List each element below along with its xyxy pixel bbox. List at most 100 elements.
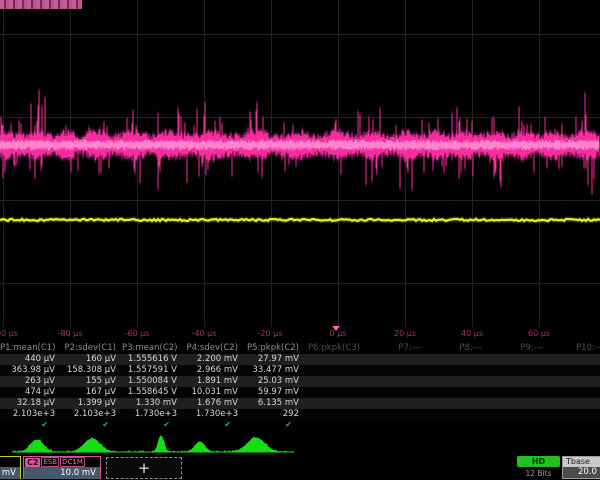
param-value-P5: 292: [244, 409, 305, 420]
c2-tag-esb: ESB: [41, 457, 59, 467]
param-value-P10: [549, 354, 600, 365]
param-value-P3: 1.730e+3: [122, 409, 183, 420]
param-value-P9: [488, 387, 549, 398]
param-header-P10[interactable]: P10:---: [549, 342, 600, 354]
measurement-histicons: [12, 436, 294, 452]
param-value-P9: [488, 409, 549, 420]
param-value-P10: [549, 376, 600, 387]
waveform-plot-area: [0, 0, 600, 327]
param-value-P6: [305, 354, 366, 365]
param-value-P8: [427, 409, 488, 420]
param-value-P8: [427, 365, 488, 376]
top-left-trace-badge[interactable]: [0, 0, 82, 9]
param-value-P2: 155 µV: [61, 376, 122, 387]
param-header-P2[interactable]: P2:sdev(C1): [61, 342, 122, 354]
param-value-P5: 33.477 mV: [244, 365, 305, 376]
c2-tag-dc1m: DC1M: [60, 457, 85, 467]
param-value-P1: 263 µV: [0, 376, 61, 387]
param-status-P6: [305, 420, 366, 430]
time-axis-label: -60 µs: [125, 329, 150, 338]
hd-bits-label: 12 Bits: [514, 469, 563, 478]
param-value-P4: 10.031 mV: [183, 387, 244, 398]
param-header-P7[interactable]: P7:---: [366, 342, 427, 354]
c2-volts-per-div: 10.0 mV: [24, 467, 100, 479]
param-status-P5: ✔: [244, 420, 305, 430]
time-axis: -100 µs-80 µs-60 µs-40 µs-20 µs0 µs20 µs…: [0, 327, 600, 342]
param-value-P5: 59.97 mV: [244, 387, 305, 398]
add-channel-button[interactable]: +: [106, 457, 182, 479]
c1-volts-per-div: 10.0 mV: [0, 467, 20, 479]
param-value-P1: 440 µV: [0, 354, 61, 365]
channel-c2-descriptor[interactable]: C2 ESBDC1M 10.0 mV: [23, 456, 101, 479]
oscilloscope-screen: -100 µs-80 µs-60 µs-40 µs-20 µs0 µs20 µs…: [0, 0, 600, 480]
param-value-P5: 25.03 mV: [244, 376, 305, 387]
timebase-label: Tbase: [563, 457, 600, 467]
time-axis-label: 60 µs: [528, 329, 550, 338]
param-value-P3: 1.557591 V: [122, 365, 183, 376]
trigger-position-marker[interactable]: [332, 326, 340, 331]
timebase-descriptor[interactable]: Tbase 20.0 µs/div: [562, 456, 600, 479]
param-value-P10: [549, 398, 600, 409]
time-axis-label: -100 µs: [0, 329, 18, 338]
param-value-P2: 158.308 µV: [61, 365, 122, 376]
param-header-P8[interactable]: P8:---: [427, 342, 488, 354]
param-status-P2: ✔: [61, 420, 122, 430]
param-value-P4: 2.200 mV: [183, 354, 244, 365]
param-value-P5: 6.135 mV: [244, 398, 305, 409]
param-value-P2: 1.399 µV: [61, 398, 122, 409]
param-value-P3: 1.555616 V: [122, 354, 183, 365]
param-value-P9: [488, 354, 549, 365]
param-value-P7: [366, 354, 427, 365]
time-axis-label: 20 µs: [394, 329, 416, 338]
param-value-P5: 27.97 mV: [244, 354, 305, 365]
param-value-P8: [427, 387, 488, 398]
param-value-P7: [366, 398, 427, 409]
time-axis-label: -40 µs: [192, 329, 217, 338]
param-value-P3: 1.558645 V: [122, 387, 183, 398]
time-axis-label: 40 µs: [461, 329, 483, 338]
hd-mode-badge[interactable]: HD: [517, 456, 560, 467]
param-value-P6: [305, 387, 366, 398]
param-header-P4[interactable]: P4:sdev(C2): [183, 342, 244, 354]
param-value-P10: [549, 387, 600, 398]
param-value-P10: [549, 409, 600, 420]
param-value-P9: [488, 365, 549, 376]
param-value-P2: 160 µV: [61, 354, 122, 365]
param-value-P6: [305, 376, 366, 387]
c2-badge: C2: [25, 458, 40, 467]
param-status-P4: ✔: [183, 420, 244, 430]
param-value-P8: [427, 376, 488, 387]
param-value-P4: 1.891 mV: [183, 376, 244, 387]
param-value-P7: [366, 409, 427, 420]
graticule-grid: [0, 0, 600, 327]
param-value-P1: 474 µV: [0, 387, 61, 398]
param-value-P3: 1.330 mV: [122, 398, 183, 409]
param-header-P1[interactable]: P1:mean(C1): [0, 342, 61, 354]
param-value-P9: [488, 398, 549, 409]
param-header-P3[interactable]: P3:mean(C2): [122, 342, 183, 354]
histicon-strip: [0, 430, 600, 456]
time-axis-label: -80 µs: [58, 329, 83, 338]
channel-c1-descriptor[interactable]: C1 DC1M 10.0 mV: [0, 456, 21, 479]
param-value-P7: [366, 387, 427, 398]
param-value-P2: 167 µV: [61, 387, 122, 398]
param-value-P4: 1.676 mV: [183, 398, 244, 409]
param-value-P2: 2.103e+3: [61, 409, 122, 420]
param-value-P6: [305, 409, 366, 420]
param-value-P9: [488, 376, 549, 387]
measurement-table: P1:mean(C1)P2:sdev(C1)P3:mean(C2)P4:sdev…: [0, 342, 600, 430]
param-status-P7: [366, 420, 427, 430]
param-value-P1: 363.98 µV: [0, 365, 61, 376]
param-value-P10: [549, 365, 600, 376]
param-value-P8: [427, 354, 488, 365]
param-header-P5[interactable]: P5:pkpk(C2): [244, 342, 305, 354]
param-status-P10: [549, 420, 600, 430]
param-header-P6[interactable]: P6:pkpk(C3): [305, 342, 366, 354]
param-value-P8: [427, 398, 488, 409]
param-value-P1: 32.18 µV: [0, 398, 61, 409]
param-value-P7: [366, 376, 427, 387]
timebase-value: 20.0 µs/div: [563, 467, 600, 478]
param-status-P9: [488, 420, 549, 430]
param-value-P6: [305, 365, 366, 376]
param-header-P9[interactable]: P9:---: [488, 342, 549, 354]
